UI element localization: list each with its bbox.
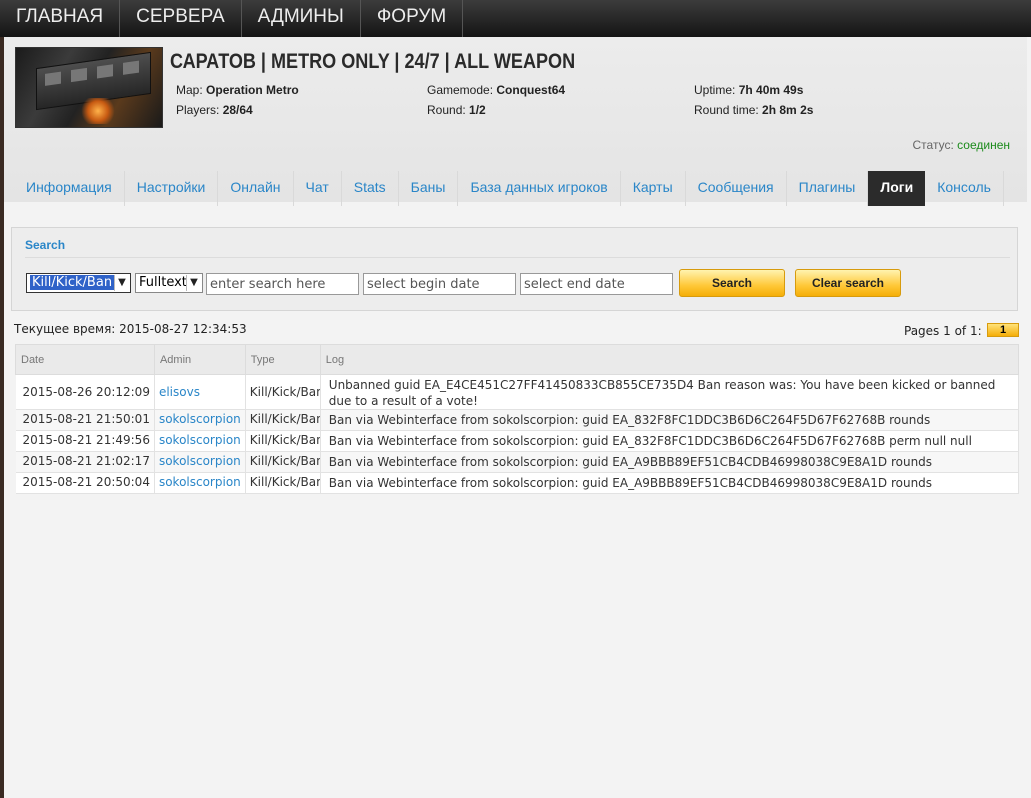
tab-logs[interactable]: Логи bbox=[868, 171, 926, 206]
begin-date-input[interactable] bbox=[363, 273, 516, 295]
table-row: 2015-08-21 21:50:01 sokolscorpion Kill/K… bbox=[15, 409, 1020, 431]
map-thumbnail bbox=[15, 47, 163, 128]
cell-type: Kill/Kick/Ban bbox=[245, 451, 321, 473]
gamemode-info: Gamemode: Conquest64 bbox=[427, 83, 565, 97]
table-row: 2015-08-21 21:49:56 sokolscorpion Kill/K… bbox=[15, 430, 1020, 452]
current-time: Текущее время: 2015-08-27 12:34:53 bbox=[14, 322, 247, 336]
map-info: Map: Operation Metro bbox=[176, 83, 299, 97]
cell-log: Ban via Webinterface from sokolscorpion:… bbox=[320, 451, 1020, 473]
log-type-value: Kill/Kick/Ban bbox=[30, 275, 115, 290]
tab-plugins[interactable]: Плагины bbox=[787, 171, 869, 206]
gamemode-value: Conquest64 bbox=[496, 83, 566, 97]
search-title: Search bbox=[25, 238, 66, 252]
server-header: САРАТОВ | METRO ONLY | 24/7 | ALL WEAPON… bbox=[4, 37, 1027, 206]
search-panel: Search Kill/Kick/Ban ▼ Fulltext ▼ Search… bbox=[11, 227, 1018, 311]
search-divider bbox=[25, 257, 1010, 258]
uptime-label: Uptime: bbox=[694, 83, 736, 97]
uptime-info: Uptime: 7h 40m 49s bbox=[694, 83, 803, 97]
cell-date: 2015-08-21 20:50:04 bbox=[15, 472, 155, 494]
cell-admin-link[interactable]: sokolscorpion bbox=[154, 409, 246, 431]
search-button[interactable]: Search bbox=[679, 269, 785, 297]
nav-home[interactable]: ГЛАВНАЯ bbox=[0, 0, 121, 37]
cell-date: 2015-08-21 21:02:17 bbox=[15, 451, 155, 473]
log-table: Date Admin Type Log 2015-08-26 20:12:09 … bbox=[15, 344, 1020, 494]
round-info: Round: 1/2 bbox=[427, 103, 486, 117]
top-navigation: ГЛАВНАЯ СЕРВЕРА АДМИНЫ ФОРУМ bbox=[0, 0, 1031, 37]
chevron-down-icon: ▼ bbox=[186, 275, 201, 291]
players-label: Players: bbox=[176, 103, 220, 117]
cell-admin-link[interactable]: sokolscorpion bbox=[154, 472, 246, 494]
round-value: 1/2 bbox=[469, 103, 486, 117]
tab-stats[interactable]: Stats bbox=[342, 171, 399, 206]
tab-online[interactable]: Онлайн bbox=[218, 171, 294, 206]
log-type-select[interactable]: Kill/Kick/Ban ▼ bbox=[26, 273, 131, 293]
train-window bbox=[45, 71, 61, 86]
server-name: САРАТОВ | METRO ONLY | 24/7 | ALL WEAPON bbox=[170, 50, 576, 73]
cell-type: Kill/Kick/Ban bbox=[245, 409, 321, 431]
nav-forum[interactable]: ФОРУМ bbox=[361, 0, 464, 37]
fire-graphic bbox=[80, 98, 116, 124]
tab-info[interactable]: Информация bbox=[14, 171, 125, 206]
page-1-button[interactable]: 1 bbox=[987, 323, 1019, 337]
cell-type: Kill/Kick/Ban bbox=[245, 472, 321, 494]
search-mode-select[interactable]: Fulltext ▼ bbox=[135, 273, 203, 293]
header-admin[interactable]: Admin bbox=[153, 344, 246, 375]
round-time-label: Round time: bbox=[694, 103, 759, 117]
train-window bbox=[71, 67, 87, 83]
tab-maps[interactable]: Карты bbox=[621, 171, 686, 206]
map-value: Operation Metro bbox=[206, 83, 299, 97]
tab-chat[interactable]: Чат bbox=[294, 171, 342, 206]
header-date[interactable]: Date bbox=[15, 344, 155, 375]
chevron-down-icon: ▼ bbox=[114, 275, 129, 291]
tab-bar: Информация Настройки Онлайн Чат Stats Ба… bbox=[14, 171, 1004, 206]
table-header-row: Date Admin Type Log bbox=[15, 344, 1020, 375]
connection-status: Статус: соединен bbox=[913, 138, 1010, 152]
table-row: 2015-08-21 20:50:04 sokolscorpion Kill/K… bbox=[15, 472, 1020, 494]
cell-type: Kill/Kick/Ban bbox=[245, 374, 321, 410]
cell-log: Unbanned guid EA_E4CE451C27FF41450833CB8… bbox=[320, 374, 1020, 410]
round-label: Round: bbox=[427, 103, 466, 117]
header-log[interactable]: Log bbox=[319, 344, 1020, 375]
search-mode-value: Fulltext bbox=[139, 275, 187, 290]
train-window bbox=[123, 60, 139, 75]
cell-date: 2015-08-26 20:12:09 bbox=[15, 374, 155, 410]
cell-admin-link[interactable]: sokolscorpion bbox=[154, 451, 246, 473]
cell-date: 2015-08-21 21:50:01 bbox=[15, 409, 155, 431]
cell-log: Ban via Webinterface from sokolscorpion:… bbox=[320, 409, 1020, 431]
tab-player-database[interactable]: База данных игроков bbox=[458, 171, 621, 206]
cell-type: Kill/Kick/Ban bbox=[245, 430, 321, 452]
header-type[interactable]: Type bbox=[244, 344, 321, 375]
round-time-info: Round time: 2h 8m 2s bbox=[694, 103, 813, 117]
end-date-input[interactable] bbox=[520, 273, 673, 295]
cell-date: 2015-08-21 21:49:56 bbox=[15, 430, 155, 452]
tab-bans[interactable]: Баны bbox=[399, 171, 459, 206]
map-label: Map: bbox=[176, 83, 203, 97]
train-window bbox=[97, 64, 113, 79]
main-panel: САРАТОВ | METRO ONLY | 24/7 | ALL WEAPON… bbox=[4, 37, 1031, 798]
status-label: Статус: bbox=[912, 138, 954, 152]
nav-servers[interactable]: СЕРВЕРА bbox=[120, 0, 242, 37]
table-row: 2015-08-21 21:02:17 sokolscorpion Kill/K… bbox=[15, 451, 1020, 473]
pagination-label: Pages 1 of 1: bbox=[904, 324, 982, 338]
cell-admin-link[interactable]: elisovs bbox=[154, 374, 246, 410]
tab-settings[interactable]: Настройки bbox=[125, 171, 219, 206]
uptime-value: 7h 40m 49s bbox=[738, 83, 804, 97]
clear-search-button[interactable]: Clear search bbox=[795, 269, 901, 297]
cell-log: Ban via Webinterface from sokolscorpion:… bbox=[320, 472, 1020, 494]
round-time-value: 2h 8m 2s bbox=[762, 103, 814, 117]
cell-log: Ban via Webinterface from sokolscorpion:… bbox=[320, 430, 1020, 452]
tab-messages[interactable]: Сообщения bbox=[686, 171, 787, 206]
tab-console[interactable]: Консоль bbox=[925, 171, 1004, 206]
players-value: 28/64 bbox=[222, 103, 253, 117]
cell-admin-link[interactable]: sokolscorpion bbox=[154, 430, 246, 452]
players-info: Players: 28/64 bbox=[176, 103, 253, 117]
search-input[interactable] bbox=[206, 273, 359, 295]
status-value: соединен bbox=[957, 138, 1010, 152]
gamemode-label: Gamemode: bbox=[427, 83, 494, 97]
nav-admins[interactable]: АДМИНЫ bbox=[242, 0, 361, 37]
table-row: 2015-08-26 20:12:09 elisovs Kill/Kick/Ba… bbox=[15, 374, 1020, 410]
